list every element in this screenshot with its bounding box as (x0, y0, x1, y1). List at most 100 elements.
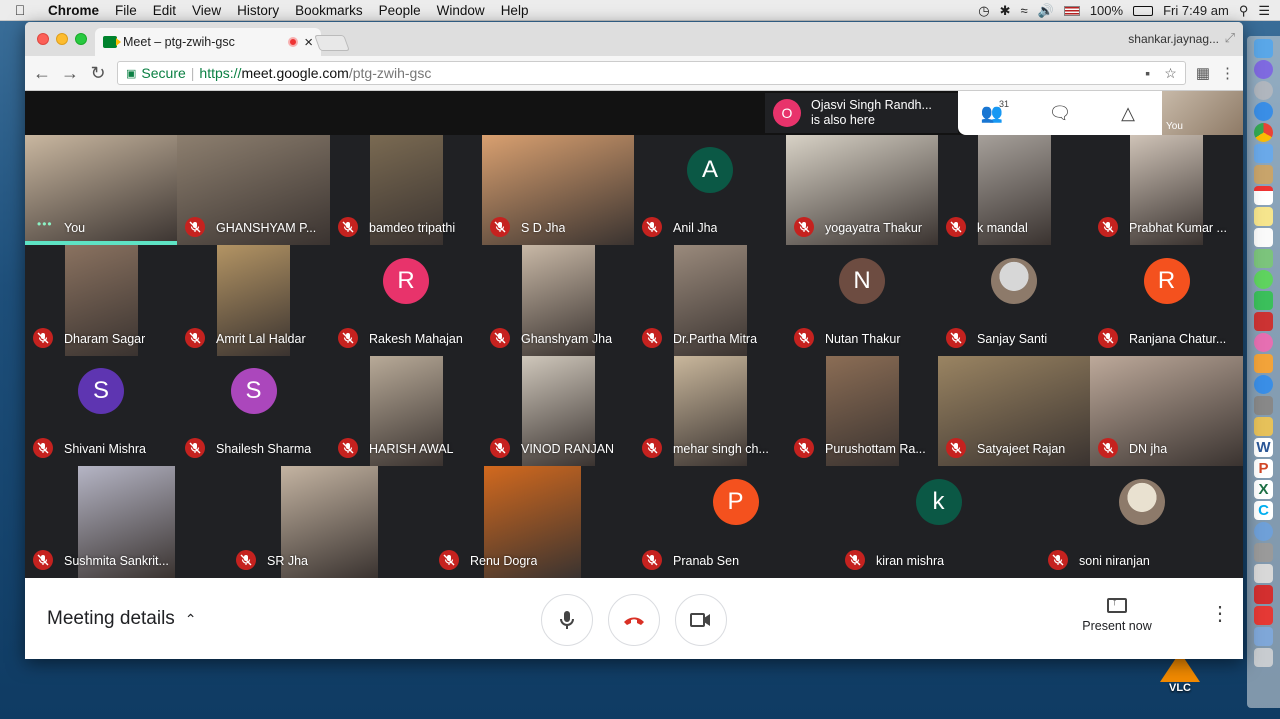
zoom-window-button[interactable] (75, 33, 87, 45)
menu-view[interactable]: View (184, 3, 229, 18)
address-bar[interactable]: ▣ Secure | https://meet.google.com/ptg-z… (117, 61, 1186, 85)
chat-button[interactable]: 🗨 (1045, 103, 1075, 124)
participant-tile[interactable]: S D Jha (482, 135, 634, 245)
profile-name[interactable]: shankar.jaynag... (1128, 32, 1219, 46)
participant-tile[interactable]: Sushmita Sankrit... (25, 466, 228, 578)
people-button[interactable]: 👥 31 (977, 99, 1009, 124)
reload-icon[interactable]: ↻ (89, 63, 107, 84)
forward-arrow-icon[interactable]: → (61, 63, 79, 84)
close-window-button[interactable] (37, 33, 49, 45)
meeting-details-button[interactable]: Meeting details ⌃ (47, 608, 197, 630)
self-view-thumbnail[interactable]: You (1162, 91, 1243, 135)
participant-tile[interactable]: R Ranjana Chatur... (1090, 245, 1243, 356)
participant-tile[interactable]: A Anil Jha (634, 135, 786, 245)
clock[interactable]: Fri 7:49 am (1163, 3, 1229, 18)
vlc-desktop-icon[interactable]: VLC (1158, 652, 1202, 702)
battery-icon[interactable] (1133, 5, 1154, 16)
bookmark-star-icon[interactable]: ☆ (1164, 65, 1177, 82)
facetime-icon[interactable] (1254, 291, 1273, 310)
participant-tile[interactable]: mehar singh ch... (634, 356, 786, 466)
finder-icon[interactable] (1254, 39, 1273, 58)
fullscreen-icon[interactable]: ⤢ (1225, 30, 1235, 46)
archive-icon[interactable] (1254, 564, 1273, 583)
participant-tile[interactable]: k kiran mishra (837, 466, 1040, 578)
participant-tile[interactable]: Purushottam Ra... (786, 356, 938, 466)
flag-icon[interactable] (1063, 5, 1080, 16)
app-store-icon[interactable] (1254, 375, 1273, 394)
participant-tile[interactable]: soni niranjan (1040, 466, 1243, 578)
chrome-menu-icon[interactable]: ⋮ (1220, 64, 1235, 82)
battery-percent[interactable]: 100% (1090, 3, 1123, 18)
apps-grid-icon[interactable]: ▦ (1196, 64, 1210, 82)
participant-tile[interactable]: S Shivani Mishra (25, 356, 177, 466)
camera-button[interactable] (675, 594, 727, 646)
bluetooth-icon[interactable]: ✱ (1000, 3, 1011, 19)
itunes-icon[interactable] (1254, 333, 1273, 352)
participant-tile[interactable]: Ghanshyam Jha (482, 245, 634, 356)
acrobat-icon[interactable] (1254, 585, 1273, 604)
participant-tile[interactable]: Dr.Partha Mitra (634, 245, 786, 356)
present-now-button[interactable]: Present now (1077, 596, 1157, 633)
word-icon[interactable]: W (1254, 438, 1273, 457)
notes-icon[interactable] (1254, 207, 1273, 226)
participant-tile[interactable]: P Pranab Sen (634, 466, 837, 578)
menu-people[interactable]: People (371, 3, 429, 18)
participant-tile[interactable]: R Rakesh Mahajan (330, 245, 482, 356)
volume-icon[interactable]: 🔊 (1038, 3, 1054, 19)
skype-icon[interactable]: C (1254, 501, 1273, 520)
menu-window[interactable]: Window (429, 3, 493, 18)
participant-tile[interactable]: Dharam Sagar (25, 245, 177, 356)
chrome-icon[interactable] (1254, 123, 1273, 142)
participant-tile[interactable]: bamdeo tripathi (330, 135, 482, 245)
calendar-icon[interactable] (1254, 186, 1273, 205)
minimize-window-button[interactable] (56, 33, 68, 45)
participant-tile[interactable]: DN jha (1090, 356, 1243, 466)
participant-tile[interactable]: ••• You (25, 135, 177, 245)
apple-menu-icon[interactable]:  (0, 2, 40, 18)
tab-close-icon[interactable]: × (304, 34, 313, 51)
photo-booth-icon[interactable] (1254, 312, 1273, 331)
notification-center-icon[interactable]: ☰ (1258, 3, 1270, 19)
menu-bookmarks[interactable]: Bookmarks (287, 3, 371, 18)
participant-tile[interactable]: SR Jha (228, 466, 431, 578)
participant-tile[interactable]: yogayatra Thakur (786, 135, 938, 245)
pdf-file-icon[interactable] (1254, 606, 1273, 625)
siri-icon[interactable] (1254, 60, 1273, 79)
wifi-icon[interactable]: ≈ (1020, 3, 1027, 18)
camera-in-use-icon[interactable]: ▪ (1145, 65, 1150, 82)
tab-meet[interactable]: Meet – ptg-zwih-gsc × (95, 28, 321, 56)
participant-tile[interactable]: HARISH AWAL (330, 356, 482, 466)
safari-icon[interactable] (1254, 102, 1273, 121)
participant-tile[interactable]: Renu Dogra (431, 466, 634, 578)
more-options-icon[interactable]: ⋮ (1210, 604, 1230, 624)
network-icon[interactable] (1254, 522, 1273, 541)
participant-tile[interactable]: VINOD RANJAN (482, 356, 634, 466)
contacts-icon[interactable] (1254, 165, 1273, 184)
utility-icon[interactable] (1254, 543, 1273, 562)
new-tab-button[interactable] (314, 35, 350, 51)
folder-icon[interactable] (1254, 417, 1273, 436)
microphone-button[interactable] (541, 594, 593, 646)
launchpad-icon[interactable] (1254, 81, 1273, 100)
mail-icon[interactable] (1254, 144, 1273, 163)
participant-tile[interactable]: Prabhat Kumar ... (1090, 135, 1243, 245)
menu-help[interactable]: Help (493, 3, 537, 18)
trash-icon[interactable] (1254, 648, 1273, 667)
menu-edit[interactable]: Edit (145, 3, 184, 18)
messages-icon[interactable] (1254, 270, 1273, 289)
participant-tile[interactable]: Amrit Lal Haldar (177, 245, 330, 356)
reminders-icon[interactable] (1254, 228, 1273, 247)
maps-icon[interactable] (1254, 249, 1273, 268)
ibooks-icon[interactable] (1254, 354, 1273, 373)
participant-tile[interactable]: k mandal (938, 135, 1090, 245)
leave-call-button[interactable] (608, 594, 660, 646)
menu-history[interactable]: History (229, 3, 287, 18)
menu-chrome[interactable]: Chrome (40, 3, 107, 18)
participant-tile[interactable]: GHANSHYAM P... (177, 135, 330, 245)
participant-tile[interactable]: N Nutan Thakur (786, 245, 938, 356)
participant-tile[interactable]: Sanjay Santi (938, 245, 1090, 356)
excel-icon[interactable]: X (1254, 480, 1273, 499)
powerpoint-icon[interactable]: P (1254, 459, 1273, 478)
spotlight-search-icon[interactable]: ⚲ (1239, 3, 1249, 19)
downloads-icon[interactable] (1254, 627, 1273, 646)
